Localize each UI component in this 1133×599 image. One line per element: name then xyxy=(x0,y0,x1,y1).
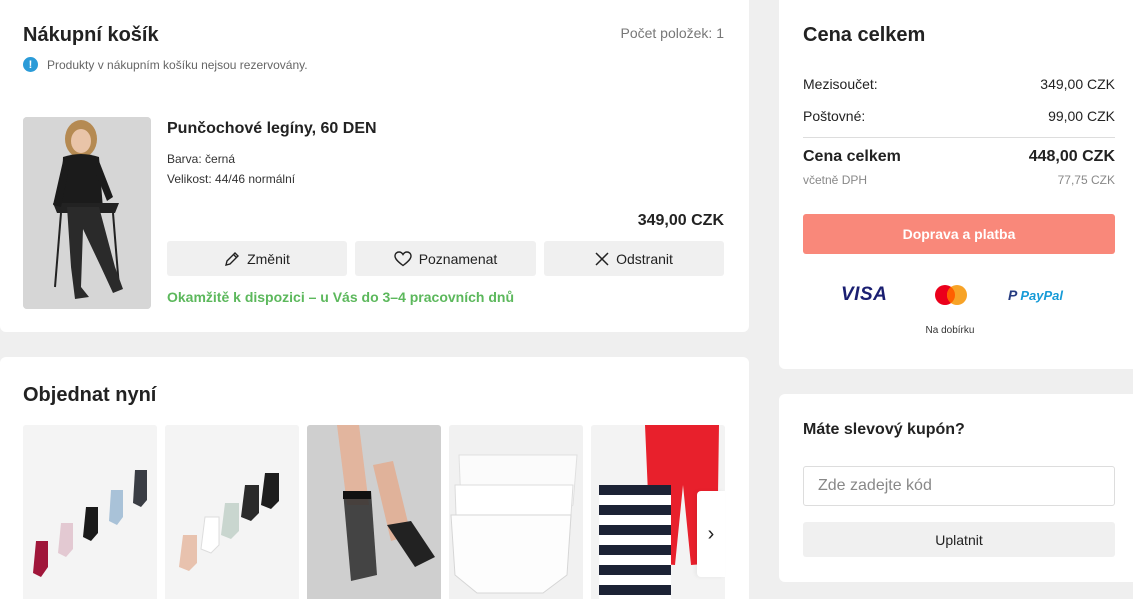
mastercard-icon xyxy=(934,283,968,307)
summary-divider xyxy=(803,137,1115,138)
availability-text: Okamžitě k dispozici – u Vás do 3–4 prac… xyxy=(167,289,514,305)
cart-title: Nákupní košík xyxy=(23,24,159,46)
remove-button[interactable]: Odstranit xyxy=(544,241,724,276)
product-price: 349,00 CZK xyxy=(637,212,724,229)
visa-logo: VISA xyxy=(841,283,887,307)
carousel-next-button[interactable]: › xyxy=(697,491,725,577)
product-image[interactable] xyxy=(23,117,151,309)
coupon-title: Máte slevový kupón? xyxy=(803,421,965,438)
coupon-input[interactable] xyxy=(803,466,1115,506)
vat-label: včetně DPH xyxy=(803,173,868,187)
apply-coupon-button[interactable]: Uplatnit xyxy=(803,522,1115,557)
subtotal-row: Mezisoučet: 349,00 CZK xyxy=(803,76,1115,92)
product-thumb[interactable] xyxy=(307,425,441,599)
cash-on-delivery-label: Na dobírku xyxy=(925,325,975,336)
product-thumb[interactable] xyxy=(449,425,583,599)
product-name[interactable]: Punčochové legíny, 60 DEN xyxy=(167,120,377,138)
reservation-notice-text: Produkty v nákupním košíku nejsou rezerv… xyxy=(47,57,308,72)
product-color: Barva: černá xyxy=(167,152,236,166)
heart-icon xyxy=(393,250,412,266)
chevron-right-icon: › xyxy=(707,522,715,545)
paypal-logo-text: PayPal xyxy=(1020,287,1063,303)
total-label: Cena celkem xyxy=(803,148,901,165)
note-button[interactable]: Poznamenat xyxy=(355,241,536,276)
visa-logo-text: VISA xyxy=(841,284,888,305)
summary-title: Cena celkem xyxy=(803,24,926,46)
info-icon: ! xyxy=(23,57,38,72)
product-size: Velikost: 44/46 normální xyxy=(167,172,296,186)
product-thumb[interactable] xyxy=(23,425,157,599)
paypal-icon: P xyxy=(1008,287,1018,303)
paypal-logo: P PayPal xyxy=(1008,283,1063,307)
remove-button-label: Odstranit xyxy=(616,250,673,267)
total-value: 448,00 CZK xyxy=(1028,148,1115,165)
summary-card: Cena celkem Mezisoučet: 349,00 CZK Pošto… xyxy=(779,0,1133,369)
subtotal-label: Mezisoučet: xyxy=(803,76,878,92)
shipping-label: Poštovné: xyxy=(803,108,866,124)
change-button-label: Změnit xyxy=(247,250,290,267)
pencil-icon xyxy=(225,251,240,266)
product-thumb[interactable] xyxy=(165,425,299,599)
total-row: Cena celkem 448,00 CZK xyxy=(803,148,1115,166)
checkout-button[interactable]: Doprava a platba xyxy=(803,214,1115,254)
shipping-row: Poštovné: 99,00 CZK xyxy=(803,108,1115,124)
order-now-card: Objednat nyní › xyxy=(0,357,749,599)
order-now-title: Objednat nyní xyxy=(23,384,157,406)
close-icon xyxy=(595,251,609,266)
shipping-value: 99,00 CZK xyxy=(1048,108,1115,124)
vat-row: včetně DPH 77,75 CZK xyxy=(803,173,1115,187)
subtotal-value: 349,00 CZK xyxy=(1040,76,1115,92)
item-count: Počet položek: 1 xyxy=(620,25,724,41)
change-button[interactable]: Změnit xyxy=(167,241,347,276)
note-button-label: Poznamenat xyxy=(418,250,498,267)
cart-card: Nákupní košík Počet položek: 1 ! Produkt… xyxy=(0,0,749,332)
reservation-notice: ! Produkty v nákupním košíku nejsou reze… xyxy=(23,57,308,72)
coupon-card: Máte slevový kupón? Uplatnit xyxy=(779,394,1133,582)
vat-value: 77,75 CZK xyxy=(1057,173,1115,187)
